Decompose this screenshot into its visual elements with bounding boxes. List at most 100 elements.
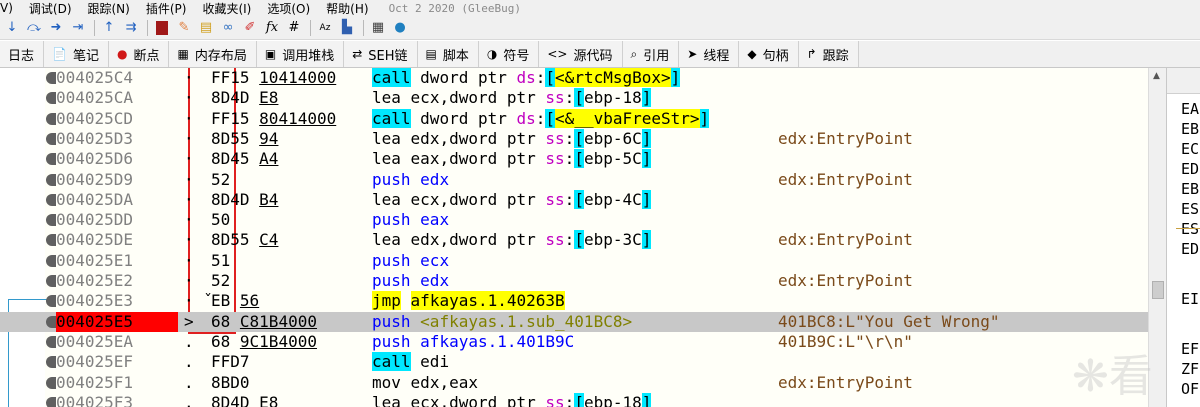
- disasm-row[interactable]: 004025F3. 8D4D E8 lea ecx,dword ptr ss:[eb…: [0, 392, 1166, 407]
- disasm-row[interactable]: 004025D9 · 52 push edx edx:EntryPoint: [0, 170, 1166, 190]
- tab-11[interactable]: ◆ 句柄: [739, 41, 799, 67]
- disasm-row[interactable]: 004025EF. FFD7 call edi: [0, 352, 1166, 372]
- menu-item[interactable]: 帮助(H): [326, 0, 374, 17]
- menu-item[interactable]: 收藏夹(I): [202, 0, 257, 17]
- address: 004025E1: [56, 250, 134, 270]
- disasm-row[interactable]: 004025D3 · 8D55 94 lea edx,dword ptr ss:[eb…: [0, 128, 1166, 149]
- script-icon[interactable]: ▙: [337, 18, 357, 38]
- breakpoint-marker-icon[interactable]: [46, 193, 56, 206]
- breakpoint-marker-icon[interactable]: [46, 92, 56, 105]
- breakpoint-marker-icon[interactable]: [46, 112, 56, 125]
- menu-item[interactable]: 调试(D): [29, 0, 78, 17]
- hash-icon[interactable]: #: [284, 18, 304, 38]
- tab-6[interactable]: ▤ 脚本: [417, 41, 479, 67]
- disasm-row[interactable]: 004025EA. 68 9C1B4000 push afkayas.1.401B9…: [0, 332, 1166, 352]
- opcode-byte: 8D45: [211, 149, 250, 169]
- tab-10[interactable]: ➤ 线程: [679, 41, 740, 67]
- font-icon[interactable]: Az: [315, 18, 335, 38]
- step-over-icon[interactable]: ⤼: [24, 18, 44, 38]
- tab-12[interactable]: ↱ 跟踪: [798, 41, 859, 67]
- tab-4[interactable]: ▣ 调用堆栈: [256, 41, 345, 67]
- breakpoint-marker-icon[interactable]: [46, 173, 56, 186]
- breakpoint-marker-icon[interactable]: [46, 356, 56, 369]
- operand: afkayas.1.401B9C: [420, 331, 575, 351]
- tab-icon: ●: [116, 47, 128, 61]
- disasm-row[interactable]: 004025DA · 8D4D B4 lea ecx,dword ptr ss:[eb…: [0, 189, 1166, 210]
- tab-7[interactable]: ◑ 符号: [478, 41, 540, 67]
- globe-icon[interactable]: ●: [390, 18, 410, 38]
- opcode-byte: 8D55: [211, 230, 250, 250]
- breakpoint-marker-icon[interactable]: [46, 72, 56, 84]
- run-until-return-icon[interactable]: ⇥: [68, 18, 88, 38]
- breakpoint-marker-icon[interactable]: [46, 315, 56, 328]
- tab-0[interactable]: 日志: [0, 41, 45, 67]
- register-label: EC: [1181, 140, 1200, 158]
- disasm-row[interactable]: 004025CA · 8D4D E8 lea ecx,dword ptr ss:[eb…: [0, 88, 1166, 108]
- breakpoint-marker-icon[interactable]: [46, 376, 56, 389]
- register-label: EI: [1181, 290, 1200, 308]
- note-icon[interactable]: ▤: [196, 18, 216, 38]
- step-up-icon[interactable]: ↑: [99, 18, 119, 38]
- scroll-up-icon[interactable]: ▲: [1153, 71, 1160, 81]
- disasm-row[interactable]: 004025DE · 8D55 C4 lea edx,dword ptr ss:[eb…: [0, 230, 1166, 250]
- flow-marker: ·: [184, 88, 194, 108]
- address: 004025DE: [56, 230, 134, 250]
- breakpoint-marker-icon[interactable]: [46, 132, 56, 145]
- menu-item[interactable]: V): [0, 1, 19, 15]
- breakpoint-marker-icon[interactable]: [46, 214, 56, 227]
- tab-label: 线程: [703, 48, 730, 64]
- breakpoint-marker-icon[interactable]: [46, 234, 56, 247]
- disasm-row[interactable]: 004025E5 >68 C81B4000 push <afkayas.1.sub_…: [0, 311, 1166, 332]
- menu-item[interactable]: 跟踪(N): [88, 0, 136, 17]
- instruction: push <afkayas.1.sub_401BC8>: [372, 312, 772, 332]
- instruction: call edi: [372, 352, 772, 372]
- tab-icon: ⇄: [352, 47, 363, 61]
- breakpoint-marker-icon[interactable]: [46, 396, 56, 407]
- tab-8[interactable]: <> 源代码: [539, 41, 623, 67]
- patch-icon[interactable]: ✎: [174, 18, 194, 38]
- animate-icon[interactable]: ⇉: [121, 18, 141, 38]
- disasm-row[interactable]: 004025DD · 50 push eax: [0, 210, 1166, 230]
- breakpoint-marker-icon[interactable]: [46, 335, 56, 348]
- operand: edx,dword ptr ss:[ebp-6C]: [410, 128, 652, 148]
- toolbar-separator: [363, 19, 364, 36]
- disasm-row[interactable]: 004025F1. 8BD0 mov edx,eax edx:EntryPoint: [0, 373, 1166, 393]
- disasm-row[interactable]: 004025C4 · FF15 10414000 call dword ptr ds:…: [0, 68, 1166, 88]
- disasm-row[interactable]: 004025E3 · ˇ EB 56 jmp afkayas.1.40263B: [0, 291, 1166, 311]
- disasm-row[interactable]: 004025E1 · 51 push ecx: [0, 251, 1166, 271]
- instruction: lea ecx,dword ptr ss:[ebp-4C]: [372, 189, 772, 210]
- operand: edi: [420, 352, 450, 372]
- calculator-icon[interactable]: ▦: [368, 18, 388, 38]
- scroll-thumb[interactable]: [1152, 281, 1164, 299]
- breakpoint-marker-icon[interactable]: [46, 153, 56, 166]
- breakpoint-marker-icon[interactable]: [46, 295, 56, 308]
- flow-marker: .: [184, 331, 194, 351]
- disasm-row[interactable]: 004025D6 · 8D45 A4 lea eax,dword ptr ss:[eb…: [0, 149, 1166, 169]
- breakpoint-marker-icon[interactable]: [46, 275, 56, 287]
- tab-2[interactable]: ● 断点: [108, 41, 170, 67]
- link-icon[interactable]: ∞: [218, 18, 238, 38]
- disassembly-view[interactable]: 004025C4 · FF15 10414000 call dword ptr ds:…: [0, 68, 1166, 407]
- run-to-cursor-icon[interactable]: ➜: [46, 18, 66, 38]
- tab-5[interactable]: ⇄ SEH链: [344, 41, 418, 67]
- menu-item[interactable]: 选项(O): [267, 0, 316, 17]
- breakpoint-marker-icon[interactable]: [46, 254, 56, 267]
- menu-item[interactable]: 插件(P): [146, 0, 193, 17]
- flow-marker: · ˇ: [184, 291, 213, 311]
- disasm-row[interactable]: 004025CD · FF15 80414000 call dword ptr ds:…: [0, 108, 1166, 129]
- tab-icon: ▤: [425, 47, 437, 61]
- pencil-icon[interactable]: ✐: [240, 18, 260, 38]
- breakpoint-icon[interactable]: [152, 18, 172, 38]
- opcode-bytes: 52: [211, 271, 366, 291]
- instruction: mov edx,eax: [372, 373, 772, 393]
- mnemonic: push: [372, 311, 411, 331]
- step-into-icon[interactable]: ↓: [2, 18, 22, 38]
- instruction: jmp afkayas.1.40263B: [372, 291, 772, 311]
- fx-icon[interactable]: fx: [262, 18, 282, 38]
- address: 004025EA: [56, 331, 134, 351]
- tab-3[interactable]: ▦ 内存布局: [169, 41, 257, 67]
- tab-9[interactable]: ⌕ 引用: [622, 41, 680, 67]
- tab-1[interactable]: 📄 笔记: [44, 41, 109, 67]
- disasm-row[interactable]: 004025E2 · 52 push edx edx:EntryPoint: [0, 271, 1166, 291]
- tab-label: 断点: [133, 48, 160, 64]
